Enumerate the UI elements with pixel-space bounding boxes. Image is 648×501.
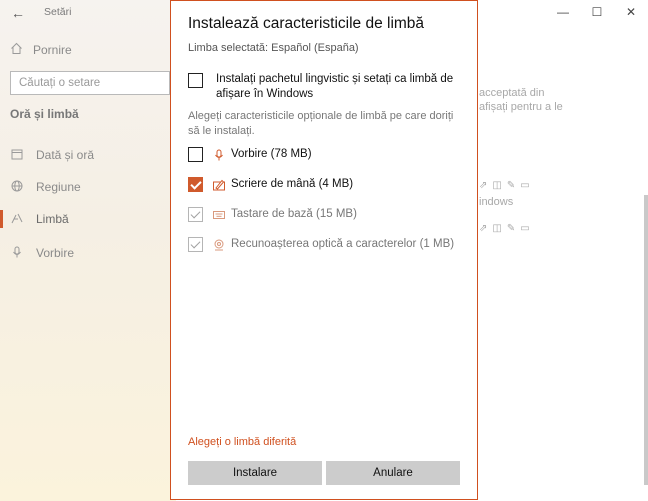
- sidebar-item-speech[interactable]: Vorbire: [10, 244, 74, 262]
- keyboard-icon: [213, 209, 225, 221]
- sidebar-item-date-time[interactable]: Dată și oră: [10, 146, 94, 164]
- section-title: Oră și limbă: [10, 107, 79, 121]
- speech-label: Vorbire (78 MB): [231, 148, 312, 160]
- app-title: Setări: [44, 6, 72, 18]
- scrollbar[interactable]: [644, 195, 648, 485]
- ocr-icon: ◫: [492, 180, 502, 191]
- handwriting-icon: [213, 179, 225, 191]
- ocr-checkbox[interactable]: [188, 237, 203, 252]
- optional-features-description: Alegeți caracteristicile opționale de li…: [188, 110, 454, 137]
- language-icon: ⇗: [479, 180, 488, 191]
- handwriting-icon: ✎: [506, 180, 516, 191]
- sidebar-item-language[interactable]: Limbă: [10, 210, 69, 228]
- handwriting-icon: ✎: [506, 223, 516, 234]
- microphone-icon: [213, 149, 225, 161]
- ocr-icon: [213, 239, 225, 251]
- back-arrow-icon[interactable]: ←: [8, 4, 28, 22]
- sidebar: ← Setări Pornire Căutați o setare Oră și…: [0, 0, 176, 501]
- background-text: afișați pentru a le: [479, 101, 563, 113]
- window-controls: — ☐ ✕: [546, 0, 648, 24]
- install-language-features-dialog: Instalează caracteristicile de limbă Lim…: [170, 0, 478, 500]
- dialog-title: Instalează caracteristicile de limbă: [188, 15, 425, 32]
- language-pack-label: Instalați pachetul lingvistic și setați …: [216, 73, 454, 100]
- keyboard-icon: ▭: [520, 180, 530, 191]
- basic-typing-label: Tastare de bază (15 MB): [231, 208, 357, 220]
- keyboard-icon: ▭: [520, 223, 530, 234]
- language-icon: ⇗: [479, 223, 488, 234]
- sidebar-home-label: Pornire: [33, 43, 72, 57]
- microphone-icon: [10, 246, 24, 261]
- sidebar-item-label: Dată și oră: [36, 148, 95, 162]
- background-feature-icons: ⇗ ◫ ✎ ▭: [479, 180, 530, 191]
- home-icon: [10, 42, 23, 58]
- install-button[interactable]: Instalare: [188, 461, 322, 485]
- close-button[interactable]: ✕: [614, 0, 648, 24]
- background-text: indows: [479, 196, 514, 208]
- language-icon: [10, 212, 24, 227]
- globe-icon: [10, 180, 24, 195]
- maximize-button[interactable]: ☐: [580, 0, 614, 24]
- sidebar-item-region[interactable]: Regiune: [10, 178, 81, 196]
- search-input[interactable]: Căutați o setare: [10, 71, 170, 95]
- ocr-label: Recunoașterea optică a caracterelor (1 M…: [231, 238, 455, 250]
- calendar-icon: [10, 148, 24, 163]
- background-text: acceptată din: [479, 87, 545, 99]
- selected-language: Limba selectată: Español (España): [188, 42, 359, 54]
- ocr-icon: ◫: [492, 223, 502, 234]
- language-pack-checkbox[interactable]: [188, 73, 203, 88]
- choose-different-language-link[interactable]: Alegeți o limbă diferită: [188, 436, 296, 448]
- cancel-button[interactable]: Anulare: [326, 461, 460, 485]
- background-feature-icons: ⇗ ◫ ✎ ▭: [479, 223, 530, 234]
- handwriting-checkbox[interactable]: [188, 177, 203, 192]
- sidebar-item-label: Regiune: [36, 180, 81, 194]
- active-indicator: [0, 210, 3, 228]
- handwriting-label: Scriere de mână (4 MB): [231, 178, 354, 190]
- minimize-button[interactable]: —: [546, 0, 580, 24]
- sidebar-item-label: Limbă: [36, 212, 69, 226]
- sidebar-item-home[interactable]: Pornire: [10, 42, 72, 58]
- speech-checkbox[interactable]: [188, 147, 203, 162]
- sidebar-item-label: Vorbire: [36, 246, 75, 260]
- basic-typing-checkbox[interactable]: [188, 207, 203, 222]
